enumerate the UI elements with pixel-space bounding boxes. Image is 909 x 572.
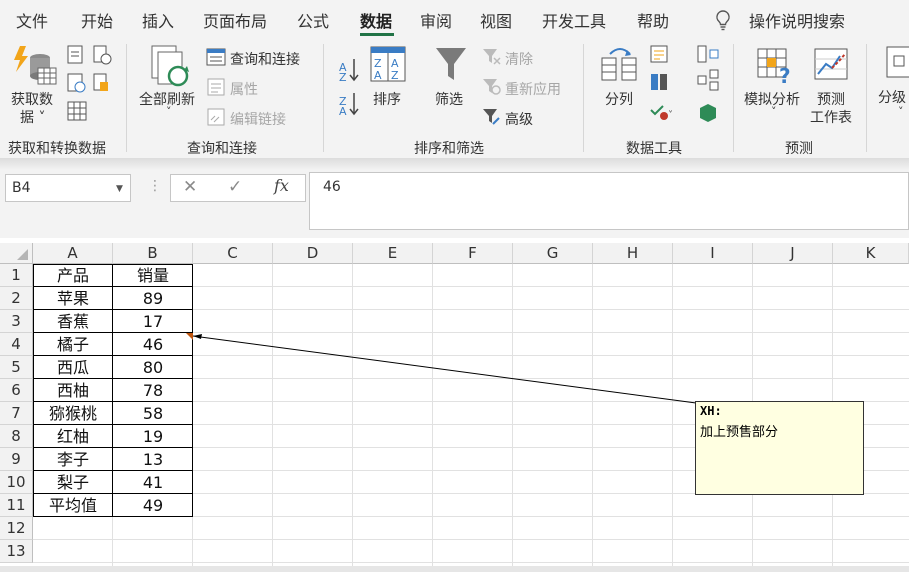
comment-text: 加上预售部分 — [700, 425, 779, 440]
comment-indicator-icon[interactable] — [186, 333, 193, 340]
sheet-tabs-strip[interactable] — [0, 566, 909, 572]
comment-author: XH: — [700, 404, 722, 418]
